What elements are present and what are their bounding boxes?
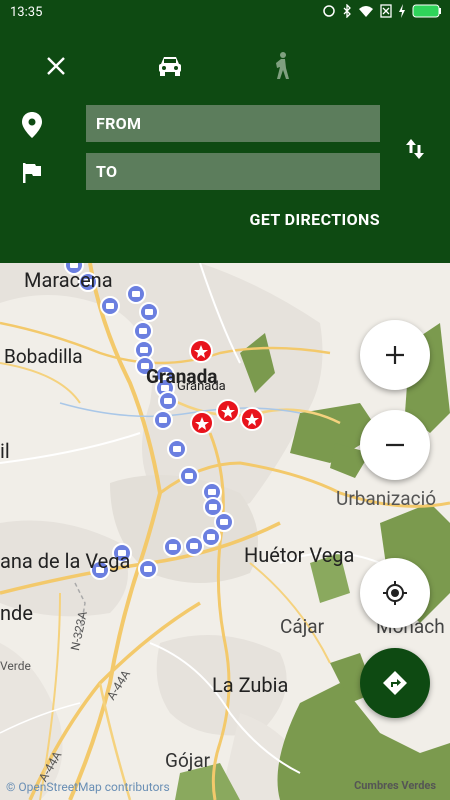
- map-label-ana-de-la-vega: ana de la Vega: [0, 549, 131, 573]
- status-bar: 13:35: [0, 0, 450, 26]
- get-directions-button[interactable]: GET DIRECTIONS: [250, 210, 380, 229]
- map-label-nde: nde: [0, 601, 33, 625]
- map-label-gojar: Gójar: [165, 749, 211, 772]
- my-location-button[interactable]: [360, 558, 430, 628]
- swap-button[interactable]: [398, 132, 432, 166]
- map-label-bobadilla: Bobadilla: [4, 345, 83, 368]
- car-icon: [159, 57, 181, 76]
- directions-button[interactable]: [360, 648, 430, 718]
- status-icons: [322, 4, 442, 18]
- map-label-il: il: [0, 439, 10, 463]
- map-label-urbanizacion: Urbanizació: [336, 487, 437, 510]
- charging-icon: [399, 4, 405, 18]
- map-label-granada-small: Granada: [177, 379, 226, 394]
- zoom-out-button[interactable]: [360, 410, 430, 480]
- bluetooth-icon: [343, 4, 351, 18]
- map-view[interactable]: Maracena Bobadilla Granada Granada il Ur…: [0, 263, 450, 800]
- from-field[interactable]: FROM: [86, 105, 380, 142]
- minus-icon: [386, 443, 404, 447]
- close-button[interactable]: [40, 50, 72, 82]
- crosshair-icon: [383, 581, 407, 605]
- location-pin-icon: [22, 112, 42, 138]
- sync-icon: [323, 5, 335, 17]
- map-label-maracena: Maracena: [24, 268, 113, 292]
- walk-mode-button[interactable]: [264, 48, 300, 84]
- swap-vertical-icon: [406, 139, 424, 159]
- status-time: 13:35: [10, 5, 43, 20]
- map-label-la-zubia: La Zubia: [212, 673, 289, 697]
- map-label-huetor-vega: Huétor Vega: [244, 543, 355, 567]
- directions-panel: FROM TO GET DIRECTIONS: [0, 26, 450, 263]
- zoom-in-button[interactable]: [360, 320, 430, 390]
- car-mode-button[interactable]: [152, 48, 188, 84]
- no-sim-icon: [380, 4, 392, 18]
- directions-icon: [383, 671, 407, 695]
- battery-icon: [412, 4, 441, 18]
- wifi-icon: [359, 6, 373, 17]
- walk-icon: [276, 52, 289, 79]
- plus-icon: [386, 346, 404, 364]
- close-icon: [47, 57, 65, 75]
- flag-icon: [23, 163, 41, 183]
- to-field[interactable]: TO: [86, 153, 380, 190]
- osm-attribution-link[interactable]: © OpenStreetMap contributors: [6, 780, 170, 794]
- map-label-verde: Verde: [0, 659, 31, 673]
- map-credit: Cumbres Verdes: [354, 779, 436, 792]
- map-label-cajar: Cájar: [280, 615, 325, 638]
